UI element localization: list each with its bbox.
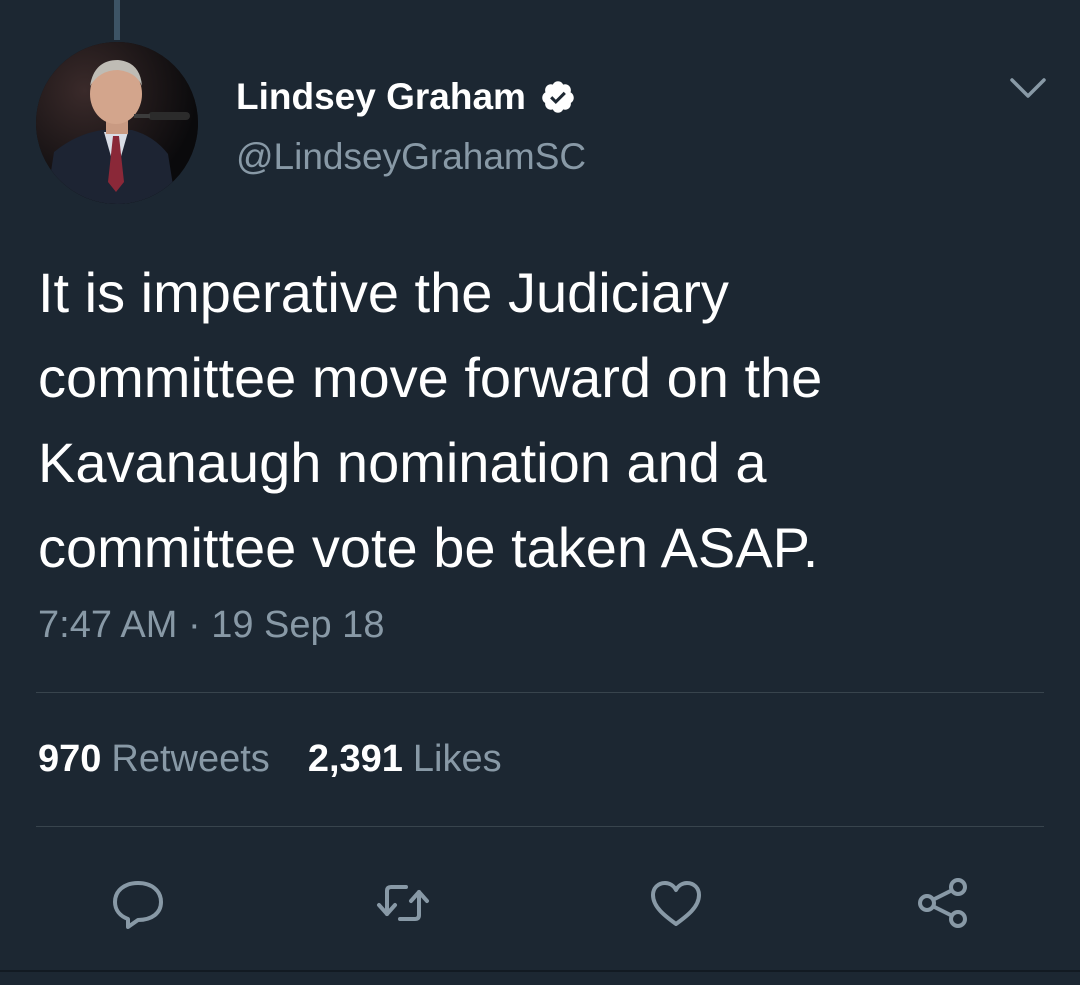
avatar[interactable]: [36, 42, 198, 204]
author-display-name[interactable]: Lindsey Graham: [236, 76, 526, 118]
divider: [36, 692, 1044, 693]
tweet-detail-view: Lindsey Graham @LindseyGrahamSC It is im…: [0, 0, 1080, 985]
author-name-row[interactable]: Lindsey Graham: [236, 72, 576, 122]
retweet-button[interactable]: [368, 868, 438, 938]
share-icon: [918, 878, 967, 928]
retweet-icon: [377, 885, 429, 921]
share-button[interactable]: [908, 868, 978, 938]
engagement-stats: 970 Retweets 2,391 Likes: [38, 738, 502, 781]
chevron-down-icon[interactable]: [1008, 74, 1048, 104]
reply-icon: [113, 881, 163, 929]
divider: [36, 826, 1044, 827]
tweet-text-line: committee vote be taken ASAP.: [38, 516, 819, 579]
retweets-stat[interactable]: 970 Retweets: [38, 738, 270, 781]
thread-connector-line: [114, 0, 120, 40]
like-icon: [651, 881, 701, 926]
bottom-divider: [0, 970, 1080, 972]
likes-label: Likes: [412, 738, 502, 780]
likes-stat[interactable]: 2,391 Likes: [308, 738, 502, 781]
retweets-count: 970: [38, 738, 102, 780]
retweets-label: Retweets: [111, 738, 270, 780]
tweet-timestamp[interactable]: 7:47 AM · 19 Sep 18: [38, 604, 384, 647]
tweet-action-bar: [0, 868, 1080, 938]
verified-badge-icon: [540, 79, 576, 115]
avatar-photo: [36, 42, 198, 204]
tweet-text-line: committee move forward on the: [38, 346, 823, 409]
author-handle[interactable]: @LindseyGrahamSC: [236, 136, 586, 178]
likes-count: 2,391: [307, 738, 403, 780]
reply-button[interactable]: [103, 868, 173, 938]
tweet-text-line: Kavanaugh nomination and a: [38, 431, 767, 494]
tweet-text: It is imperative the Judiciary committee…: [38, 250, 1048, 590]
tweet-text-line: It is imperative the Judiciary: [38, 261, 729, 324]
like-button[interactable]: [641, 868, 711, 938]
